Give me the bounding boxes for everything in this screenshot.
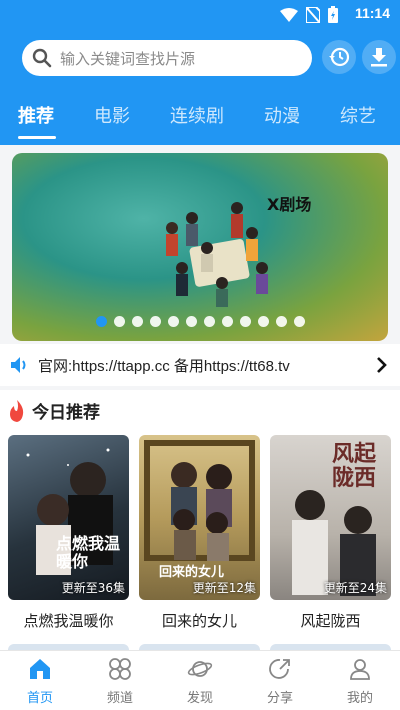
banner-carousel[interactable]: X剧场 — [12, 153, 388, 341]
bottom-navigation: 首页 频道 发现 分享 我的 — [0, 650, 400, 710]
home-icon — [30, 659, 50, 679]
tab-series[interactable]: 连续剧 — [170, 102, 224, 128]
battery-icon — [328, 6, 338, 23]
download-button[interactable] — [362, 40, 396, 74]
poster-image: 风起陇西 更新至24集 — [270, 435, 391, 600]
user-icon — [350, 659, 370, 680]
section-title: 今日推荐 — [32, 403, 100, 423]
nav-channels[interactable]: 频道 — [90, 657, 150, 706]
carousel-dot[interactable] — [239, 316, 251, 327]
category-tabs: 推荐 电影 连续剧 动漫 综艺 — [0, 98, 400, 142]
show-title: 点燃我温暖你 — [23, 612, 114, 630]
wifi-icon — [280, 7, 298, 22]
episode-badge: 更新至36集 — [61, 581, 125, 595]
show-card[interactable]: 风起陇西 更新至24集 风起陇西 — [270, 435, 391, 631]
nav-label: 我的 — [346, 691, 373, 706]
tab-movies[interactable]: 电影 — [94, 102, 130, 128]
carousel-dot[interactable] — [203, 316, 215, 327]
speaker-icon — [11, 357, 26, 373]
section-header: 今日推荐 — [8, 398, 100, 423]
poster-title: 回来的女儿 — [159, 565, 225, 580]
carousel-dot[interactable] — [293, 316, 305, 327]
no-sim-icon — [306, 6, 320, 23]
episode-badge: 更新至24集 — [323, 581, 387, 595]
grid-icon — [109, 658, 131, 680]
tab-anime[interactable]: 动漫 — [264, 102, 300, 128]
status-bar: 11:14 — [0, 0, 400, 28]
search-icon — [32, 48, 52, 68]
history-icon — [329, 47, 350, 67]
poster-image: 回来的女儿 更新至12集 — [139, 435, 260, 600]
episode-badge: 更新至12集 — [192, 581, 256, 595]
status-icons — [280, 6, 338, 23]
banner-figures — [166, 202, 268, 307]
search-input[interactable]: 输入关键词查找片源 — [60, 48, 195, 69]
share-icon — [269, 659, 290, 679]
show-card[interactable]: 点燃我温暖你 更新至36集 点燃我温暖你 — [8, 435, 129, 631]
notice-bar[interactable]: 官网:https://ttapp.cc 备用https://tt68.tv — [0, 344, 400, 386]
fire-icon — [10, 399, 24, 422]
carousel-dot[interactable] — [257, 316, 269, 327]
download-icon — [371, 48, 387, 67]
carousel-dot[interactable] — [221, 316, 233, 327]
tab-variety[interactable]: 综艺 — [340, 102, 376, 128]
top-bar: 11:14 输入关键词查找片源 推荐 电影 连续剧 动漫 综艺 — [0, 0, 400, 145]
poster-title: 点燃我温暖你 — [56, 534, 121, 571]
tab-recommend[interactable]: 推荐 — [18, 102, 54, 128]
show-card[interactable]: 回来的女儿 更新至12集 回来的女儿 — [139, 435, 260, 631]
clock: 11:14 — [354, 5, 390, 21]
carousel-dot[interactable] — [131, 316, 143, 327]
nav-label: 发现 — [186, 691, 213, 706]
carousel-dot[interactable] — [113, 316, 125, 327]
nav-home[interactable]: 首页 — [10, 657, 70, 706]
poster-art — [26, 448, 113, 575]
nav-share[interactable]: 分享 — [250, 657, 310, 706]
search-bar[interactable]: 输入关键词查找片源 — [22, 40, 312, 76]
show-title: 回来的女儿 — [161, 612, 237, 630]
nav-label: 频道 — [106, 691, 133, 706]
chevron-right-icon[interactable] — [376, 356, 388, 374]
notice-text: 官网:https://ttapp.cc 备用https://tt68.tv — [38, 357, 290, 375]
carousel-dot[interactable] — [149, 316, 161, 327]
nav-discover[interactable]: 发现 — [170, 657, 230, 706]
today-recommend-section: 今日推荐 点燃我温暖你 更新至36集 点燃我温暖你 回来的女儿 更新至12集 回… — [0, 390, 400, 650]
nav-label: 首页 — [26, 691, 53, 706]
show-title: 风起陇西 — [300, 612, 361, 630]
banner-logo: X剧场 — [267, 195, 312, 214]
planet-icon — [187, 661, 213, 677]
carousel-dots — [12, 316, 388, 327]
history-button[interactable] — [322, 40, 356, 74]
poster-title: 风起陇西 — [332, 442, 377, 491]
carousel-dot[interactable] — [275, 316, 287, 327]
carousel-dot[interactable] — [167, 316, 179, 327]
nav-label: 分享 — [266, 691, 293, 706]
carousel-dot[interactable] — [185, 316, 197, 327]
nav-profile[interactable]: 我的 — [330, 657, 390, 706]
poster-image: 点燃我温暖你 更新至36集 — [8, 435, 129, 600]
carousel-dot[interactable] — [95, 316, 107, 327]
tab-indicator — [18, 136, 56, 139]
